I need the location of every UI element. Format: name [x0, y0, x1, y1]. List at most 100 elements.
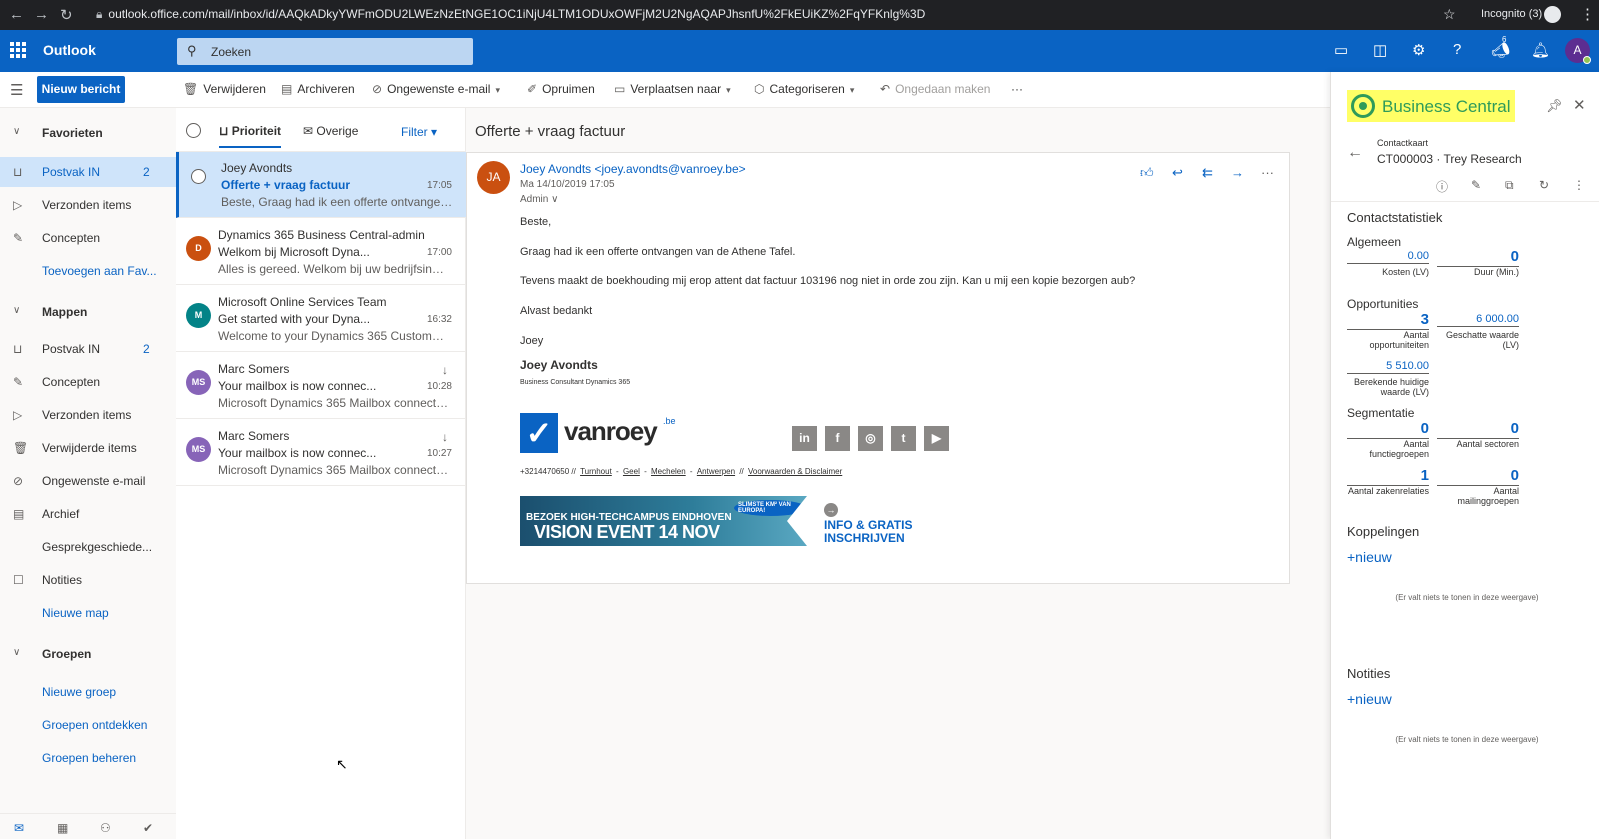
sender-address[interactable]: Joey Avondts <joey.avondts@vanroey.be>: [520, 162, 746, 176]
open-in-new-icon[interactable]: ⧉: [1505, 178, 1514, 193]
nav-item-archive[interactable]: ▤ Archief: [0, 499, 176, 529]
incognito-icon[interactable]: [1544, 6, 1561, 23]
reply-icon[interactable]: ↩: [1172, 165, 1183, 181]
linkedin-icon[interactable]: in: [792, 426, 817, 451]
message-item[interactable]: M Microsoft Online Services Team Get sta…: [176, 286, 466, 352]
tab-focused[interactable]: ⊔ Prioriteit: [219, 124, 281, 138]
hamburger-menu-icon[interactable]: ☰: [10, 81, 23, 99]
estimated-value[interactable]: 6 000.00: [1437, 313, 1519, 327]
people-icon[interactable]: ⚇: [100, 821, 111, 835]
calendar-icon[interactable]: ▦: [57, 821, 68, 835]
groups-header[interactable]: ∨ Groepen: [0, 639, 176, 669]
nav-item-favorite-inbox[interactable]: ⊔ Postvak IN 2: [0, 157, 176, 187]
search-input[interactable]: ⚲ Zoeken: [177, 38, 473, 65]
junk-button[interactable]: ⊘ Ongewenste e-mail ▾: [372, 82, 500, 96]
undo-button[interactable]: ↶ Ongedaan maken: [880, 82, 990, 96]
archive-button[interactable]: ▤ Archiveren: [281, 82, 355, 96]
nav-item-favorite-drafts[interactable]: ✎ Concepten: [0, 223, 176, 253]
app-launcher-icon[interactable]: [10, 42, 26, 58]
nav-item-favorite-sent[interactable]: ▷ Verzonden items: [0, 190, 176, 220]
tab-other[interactable]: ✉ Overige: [303, 124, 358, 138]
more-vertical-icon[interactable]: ⋮: [1573, 178, 1585, 192]
delete-button[interactable]: 🗑︎ Verwijderen: [183, 82, 266, 96]
refresh-icon[interactable]: ↻: [1539, 178, 1549, 192]
message-item[interactable]: D Dynamics 365 Business Central-admin We…: [176, 219, 466, 285]
add-favorite-link[interactable]: Toevoegen aan Fav...: [0, 256, 176, 286]
select-all-checkbox[interactable]: [186, 123, 201, 138]
info-icon[interactable]: ⓘ: [1436, 178, 1448, 195]
settings-icon[interactable]: ⚙: [1412, 41, 1425, 59]
mail-icon[interactable]: ✉: [14, 821, 24, 835]
nav-item-drafts[interactable]: ✎ Concepten: [0, 367, 176, 397]
new-link-button[interactable]: +nieuw: [1347, 549, 1392, 565]
bookmark-star-icon[interactable]: ☆: [1443, 6, 1456, 23]
favorites-header[interactable]: ∨ Favorieten: [0, 118, 176, 148]
reply-all-icon[interactable]: ⇇: [1202, 165, 1213, 181]
categorize-button[interactable]: ⬡ Categoriseren ▾: [754, 82, 854, 96]
forward-icon[interactable]: →: [1231, 165, 1244, 180]
twitter-icon[interactable]: t: [891, 426, 916, 451]
link-turnhout[interactable]: Turnhout: [580, 467, 612, 476]
mailing-groups-value[interactable]: 0: [1437, 467, 1519, 486]
app-title[interactable]: Outlook: [43, 42, 96, 58]
nav-item-sent[interactable]: ▷ Verzonden items: [0, 400, 176, 430]
info-cta-link[interactable]: INFO & GRATIS INSCHRIJVEN: [824, 519, 912, 545]
move-to-button[interactable]: ▭ Verplaatsen naar ▾: [614, 82, 731, 96]
link-antwerpen[interactable]: Antwerpen: [697, 467, 735, 476]
message-item[interactable]: MS Marc Somers ↓ Your mailbox is now con…: [176, 420, 466, 486]
like-icon[interactable]: 👍︎: [1140, 165, 1154, 181]
tasks-icon[interactable]: ✔: [143, 821, 153, 835]
instagram-icon[interactable]: ◎: [858, 426, 883, 451]
reload-icon[interactable]: ↻: [60, 6, 73, 24]
duration-value[interactable]: 0: [1437, 248, 1519, 267]
opportunity-count-value[interactable]: 3: [1347, 311, 1429, 330]
sweep-button[interactable]: ✐ Opruimen: [527, 82, 595, 96]
help-icon[interactable]: ?: [1453, 41, 1461, 58]
my-day-icon[interactable]: ◫: [1373, 41, 1387, 59]
more-actions-icon[interactable]: ···: [1261, 165, 1274, 180]
more-commands-icon[interactable]: ···: [1011, 82, 1023, 96]
whats-new-icon[interactable]: 📣︎: [1491, 41, 1510, 59]
facebook-icon[interactable]: f: [825, 426, 850, 451]
youtube-icon[interactable]: ▶: [924, 426, 949, 451]
new-folder-link[interactable]: Nieuwe map: [0, 598, 176, 628]
back-arrow-icon[interactable]: ←: [1347, 144, 1363, 162]
sender-avatar[interactable]: JA: [477, 161, 510, 194]
message-item[interactable]: Joey Avondts Offerte + vraag factuur 17:…: [176, 152, 466, 218]
manage-groups-link[interactable]: Groepen beheren: [0, 743, 176, 773]
back-icon[interactable]: ←: [9, 6, 24, 23]
folders-header[interactable]: ∨ Mappen: [0, 297, 176, 327]
new-message-button[interactable]: Nieuw bericht: [37, 76, 125, 103]
pin-icon[interactable]: 📌︎: [1546, 98, 1563, 114]
vanroey-logo[interactable]: ✓ vanroey .be: [520, 413, 685, 455]
teams-chat-icon[interactable]: ▭: [1334, 41, 1348, 59]
browser-menu-icon[interactable]: ⋮: [1580, 5, 1595, 23]
job-responsibilities-value[interactable]: 0: [1347, 420, 1429, 439]
industry-groups-value[interactable]: 0: [1437, 420, 1519, 439]
nav-item-inbox[interactable]: ⊔ Postvak IN 2: [0, 334, 176, 364]
forward-icon[interactable]: →: [34, 6, 49, 23]
link-mechelen[interactable]: Mechelen: [651, 467, 686, 476]
business-relations-value[interactable]: 1: [1347, 467, 1429, 486]
edit-pencil-icon[interactable]: ✎: [1471, 178, 1481, 192]
nav-item-deleted[interactable]: 🗑︎ Verwijderde items: [0, 433, 176, 463]
message-item[interactable]: MS Marc Somers ↓ Your mailbox is now con…: [176, 353, 466, 419]
mail-recipient[interactable]: Admin ∨: [520, 194, 558, 205]
bell-icon[interactable]: 🔔︎: [1531, 41, 1550, 59]
link-geel[interactable]: Geel: [623, 467, 640, 476]
filter-button[interactable]: Filter ▾: [401, 125, 437, 139]
discover-groups-link[interactable]: Groepen ontdekken: [0, 710, 176, 740]
cost-value[interactable]: 0.00: [1347, 250, 1429, 264]
nav-item-conversation-history[interactable]: Gesprekgeschiede...: [0, 532, 176, 562]
close-icon[interactable]: ✕: [1573, 96, 1586, 114]
user-avatar[interactable]: A: [1565, 38, 1591, 64]
link-disclaimer[interactable]: Voorwaarden & Disclaimer: [748, 467, 842, 476]
new-note-button[interactable]: +nieuw: [1347, 691, 1392, 707]
event-banner[interactable]: BEZOEK HIGH-TECHCAMPUS EINDHOVEN VISION …: [520, 496, 807, 546]
address-bar[interactable]: 🔒︎ outlook.office.com/mail/inbox/id/AAQkA…: [96, 7, 925, 22]
nav-item-junk[interactable]: ⊘ Ongewenste e-mail: [0, 466, 176, 496]
select-message-checkbox[interactable]: [191, 169, 206, 184]
calculated-value[interactable]: 5 510.00: [1347, 360, 1429, 374]
nav-item-notes[interactable]: ☐ Notities: [0, 565, 176, 595]
new-group-link[interactable]: Nieuwe groep: [0, 677, 176, 707]
